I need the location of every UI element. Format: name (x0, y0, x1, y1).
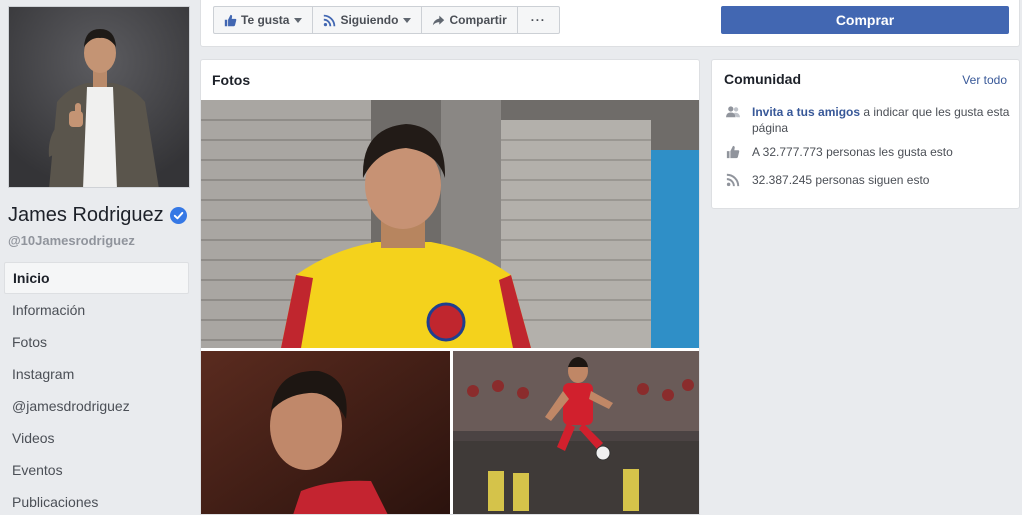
action-button-group: Te gusta Siguiendo Compartir ··· (213, 6, 560, 34)
like-button-label: Te gusta (241, 13, 290, 27)
friends-icon (726, 106, 740, 118)
share-button[interactable]: Compartir (422, 7, 518, 33)
see-all-link[interactable]: Ver todo (962, 73, 1007, 87)
page-username[interactable]: @10Jamesrodriguez (8, 233, 135, 248)
invite-friends-text: Invita a tus amigos a indicar que les gu… (752, 104, 1012, 136)
nav-item-informacion[interactable]: Información (4, 294, 189, 326)
photo-main[interactable] (201, 100, 699, 348)
chevron-down-icon (294, 17, 303, 23)
photo-thumbnail-2[interactable] (453, 351, 699, 514)
ellipsis-icon: ··· (530, 13, 546, 27)
like-button[interactable]: Te gusta (214, 7, 314, 33)
nav-item-fotos[interactable]: Fotos (4, 326, 189, 358)
followers-count-row: 32.387.245 personas siguen esto (726, 172, 1012, 188)
followers-count-text: 32.387.245 personas siguen esto (752, 173, 930, 187)
more-options-button[interactable]: ··· (518, 7, 559, 33)
nav-item-publicaciones[interactable]: Publicaciones (4, 486, 189, 515)
rss-icon (726, 173, 740, 187)
following-button[interactable]: Siguiendo (313, 7, 423, 33)
likes-count-text: A 32.777.773 personas les gusta esto (752, 145, 953, 159)
share-arrow-icon (433, 15, 445, 25)
buy-button[interactable]: Comprar (721, 6, 1009, 34)
profile-picture[interactable] (8, 6, 190, 188)
invite-friends-link[interactable]: Invita a tus amigos (752, 105, 860, 119)
chevron-down-icon (403, 17, 412, 23)
invite-friends-row: Invita a tus amigos a indicar que les gu… (726, 104, 1012, 136)
left-column: James Rodriguez @10Jamesrodriguez Inicio… (0, 0, 199, 515)
nav-item-videos[interactable]: Videos (4, 422, 189, 454)
page-nav: Inicio Información Fotos Instagram @jame… (4, 262, 189, 515)
share-button-label: Compartir (449, 13, 507, 27)
nav-item-inicio[interactable]: Inicio (4, 262, 189, 294)
community-title: Comunidad (724, 71, 801, 87)
verified-badge-icon (169, 207, 187, 224)
thumbs-up-icon (224, 14, 237, 26)
page-name-text: James Rodriguez (8, 204, 164, 226)
thumbs-up-icon (726, 145, 740, 159)
nav-item-twitter-handle[interactable]: @jamesdrodriguez (4, 390, 189, 422)
page-title[interactable]: James Rodriguez (8, 204, 187, 227)
following-button-label: Siguiendo (340, 13, 399, 27)
nav-item-instagram[interactable]: Instagram (4, 358, 189, 390)
photo-thumbnail-1[interactable] (201, 351, 450, 514)
photos-card: Fotos (200, 59, 700, 515)
community-card: Comunidad Ver todo Invita a tus amigos a… (711, 59, 1020, 209)
likes-count-row: A 32.777.773 personas les gusta esto (726, 144, 1012, 160)
rss-icon (324, 14, 336, 26)
page-action-bar: Te gusta Siguiendo Compartir ··· Comprar (200, 0, 1020, 47)
photos-title[interactable]: Fotos (212, 72, 250, 88)
nav-item-eventos[interactable]: Eventos (4, 454, 189, 486)
